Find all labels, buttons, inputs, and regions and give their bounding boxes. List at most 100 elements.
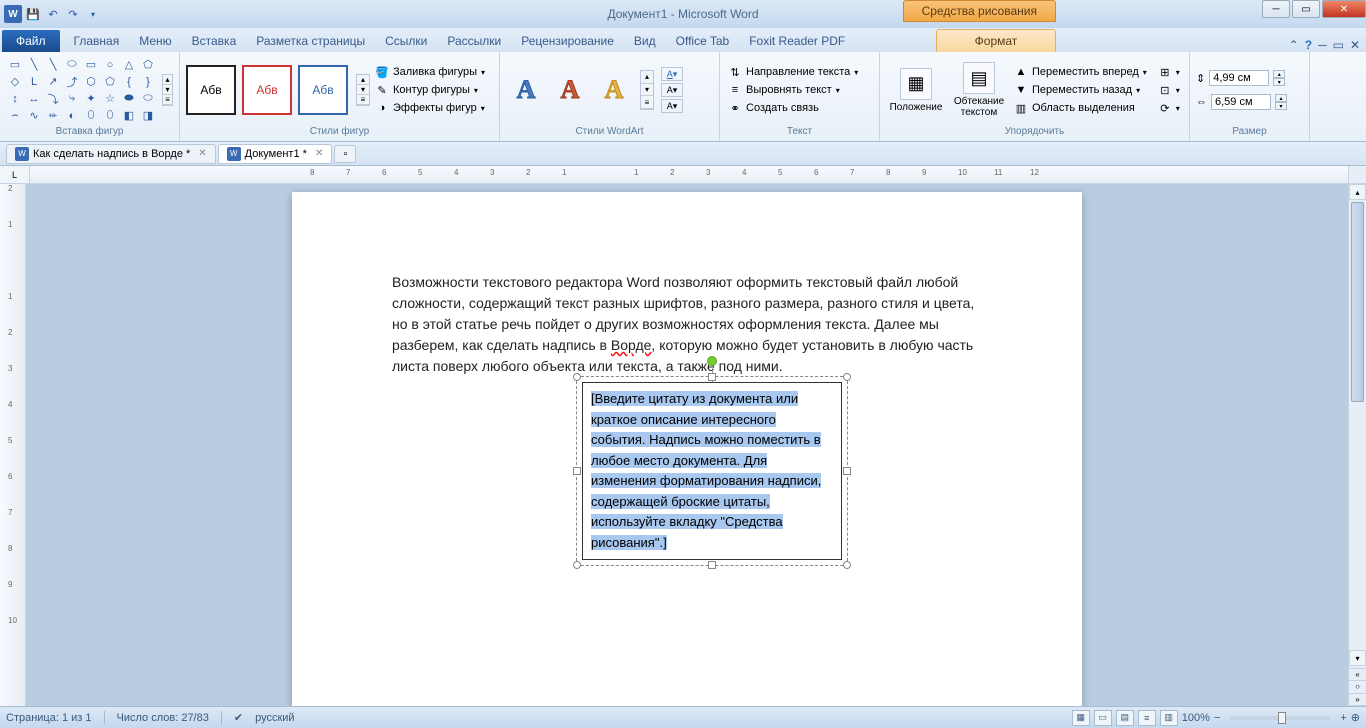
create-link-button[interactable]: ⚭Создать связь (726, 100, 860, 116)
view-web[interactable]: ▤ (1116, 710, 1134, 726)
status-page[interactable]: Страница: 1 из 1 (6, 712, 92, 724)
position-button[interactable]: ▦Положение (886, 66, 946, 115)
resize-handle-e[interactable] (843, 467, 851, 475)
new-tab-button[interactable]: ▫ (334, 145, 356, 163)
mdi-close-icon[interactable]: ✕ (1350, 38, 1360, 52)
tab-references[interactable]: Ссылки (375, 30, 437, 52)
align-button[interactable]: ⊞▾ (1156, 64, 1182, 80)
view-fullscreen[interactable]: ▭ (1094, 710, 1112, 726)
help-icon[interactable]: ? (1305, 38, 1312, 52)
wordart-scroll[interactable]: ▴▾≡ (640, 70, 654, 110)
selection-frame[interactable] (576, 376, 848, 566)
text-outline-button[interactable]: A▾ (661, 83, 683, 97)
text-fill-button[interactable]: A▾ (661, 67, 683, 81)
file-tab[interactable]: Файл (2, 30, 60, 52)
width-spinner[interactable]: ▴▾ (1275, 94, 1287, 110)
doc-tab-1[interactable]: W Как сделать надпись в Ворде * ✕ (6, 144, 216, 164)
resize-handle-sw[interactable] (573, 561, 581, 569)
close-button[interactable]: ✕ (1322, 0, 1366, 18)
wordart-preset-2[interactable]: А (550, 70, 590, 110)
mdi-min-icon[interactable]: ─ (1318, 38, 1327, 52)
prev-page-icon[interactable]: « (1349, 669, 1366, 681)
selection-pane-button[interactable]: ▥Область выделения (1012, 100, 1149, 116)
zoom-slider[interactable] (1230, 716, 1330, 720)
resize-handle-ne[interactable] (843, 373, 851, 381)
text-direction-button[interactable]: ⇅Направление текста▾ (726, 64, 860, 80)
shape-style-gallery[interactable]: Абв Абв Абв ▴▾≡ (186, 65, 370, 115)
minimize-ribbon-icon[interactable]: ⌃ (1289, 38, 1299, 52)
bring-forward-button[interactable]: ▲Переместить вперед▾ (1012, 64, 1149, 80)
shape-effects-button[interactable]: ◑Эффекты фигур▾ (373, 100, 487, 116)
document-area[interactable]: Возможности текстового редактора Word по… (26, 184, 1348, 706)
close-tab-icon[interactable]: ✕ (198, 148, 206, 159)
resize-handle-se[interactable] (843, 561, 851, 569)
style-preset-3[interactable]: Абв (298, 65, 348, 115)
status-language[interactable]: русский (255, 712, 294, 724)
tab-view[interactable]: Вид (624, 30, 666, 52)
wordart-preset-3[interactable]: А (594, 70, 634, 110)
tab-format[interactable]: Формат (936, 29, 1056, 52)
view-outline[interactable]: ≡ (1138, 710, 1156, 726)
tab-review[interactable]: Рецензирование (511, 30, 624, 52)
undo-icon[interactable]: ↶ (44, 5, 62, 23)
shape-gallery[interactable]: ▭╲╲⬭▭○△⬠ ◇L↗⤴⬡⬠{} ↕↔⤵⤷✦☆⬬⬭ ⌢∿⬰◐⬯⬯◧◨ (6, 57, 157, 124)
tab-selector[interactable]: L (0, 166, 30, 183)
width-input[interactable] (1211, 94, 1271, 110)
send-backward-button[interactable]: ▼Переместить назад▾ (1012, 82, 1149, 98)
word-icon[interactable]: W (4, 5, 22, 23)
style-preset-2[interactable]: Абв (242, 65, 292, 115)
ruler-toggle[interactable] (1348, 166, 1366, 183)
zoom-value[interactable]: 100% (1182, 712, 1210, 724)
resize-handle-w[interactable] (573, 467, 581, 475)
zoom-thumb[interactable] (1278, 712, 1286, 724)
tab-layout[interactable]: Разметка страницы (246, 30, 375, 52)
rotate-button[interactable]: ⟳▾ (1156, 100, 1182, 116)
zoom-out-button[interactable]: − (1214, 712, 1220, 724)
wordart-gallery[interactable]: А А А ▴▾≡ (506, 70, 654, 110)
mdi-restore-icon[interactable]: ▭ (1333, 38, 1344, 52)
zoom-in-button[interactable]: + (1340, 712, 1346, 724)
vertical-ruler[interactable]: 2112345678910 (0, 184, 26, 706)
horizontal-ruler[interactable]: 87654321123456789101112 (30, 166, 1348, 183)
shape-outline-button[interactable]: ✎Контур фигуры▾ (373, 82, 487, 98)
maximize-button[interactable]: ▭ (1292, 0, 1320, 18)
scroll-up-icon[interactable]: ▴ (1349, 184, 1366, 200)
resize-handle-nw[interactable] (573, 373, 581, 381)
align-text-button[interactable]: ≡Выровнять текст▾ (726, 82, 860, 98)
spellcheck-icon[interactable]: ✔ (234, 711, 243, 724)
doc-tab-2[interactable]: W Документ1 * ✕ (218, 144, 333, 164)
save-icon[interactable]: 💾 (24, 5, 42, 23)
style-preset-1[interactable]: Абв (186, 65, 236, 115)
tab-mailings[interactable]: Рассылки (437, 30, 511, 52)
resize-handle-n[interactable] (708, 373, 716, 381)
tab-menu[interactable]: Меню (129, 30, 181, 52)
scroll-thumb[interactable] (1351, 202, 1364, 402)
status-words[interactable]: Число слов: 27/83 (117, 712, 209, 724)
height-input[interactable] (1209, 70, 1269, 86)
scroll-down-icon[interactable]: ▾ (1349, 650, 1366, 666)
redo-icon[interactable]: ↷ (64, 5, 82, 23)
browse-icon[interactable]: ○ (1349, 681, 1366, 693)
qat-more-icon[interactable]: ▾ (84, 5, 102, 23)
wordart-preset-1[interactable]: А (506, 70, 546, 110)
style-gallery-scroll[interactable]: ▴▾≡ (356, 74, 370, 106)
group-button[interactable]: ⊡▾ (1156, 82, 1182, 98)
tab-home[interactable]: Главная (64, 30, 130, 52)
height-spinner[interactable]: ▴▾ (1273, 70, 1285, 86)
resize-handle-s[interactable] (708, 561, 716, 569)
tab-insert[interactable]: Вставка (182, 30, 247, 52)
view-print-layout[interactable]: ▦ (1072, 710, 1090, 726)
text-effects-button[interactable]: A▾ (661, 99, 683, 113)
vertical-scrollbar[interactable]: ▴ ▾ « ○ » (1348, 184, 1366, 706)
fit-button[interactable]: ⊕ (1351, 711, 1360, 724)
tab-office[interactable]: Office Tab (666, 30, 740, 52)
close-tab-icon[interactable]: ✕ (315, 148, 323, 159)
wrap-text-button[interactable]: ▤Обтекание текстом (949, 60, 1009, 120)
shape-fill-button[interactable]: 🪣Заливка фигуры▾ (373, 64, 487, 80)
body-paragraph[interactable]: Возможности текстового редактора Word по… (392, 272, 982, 377)
shape-gallery-scroll[interactable]: ▴▾≡ (162, 74, 173, 106)
tab-foxit[interactable]: Foxit Reader PDF (739, 30, 855, 52)
view-draft[interactable]: ▥ (1160, 710, 1178, 726)
next-page-icon[interactable]: » (1349, 694, 1366, 706)
textbox-selection[interactable]: [Введите цитату из документа или краткое… (582, 382, 842, 560)
